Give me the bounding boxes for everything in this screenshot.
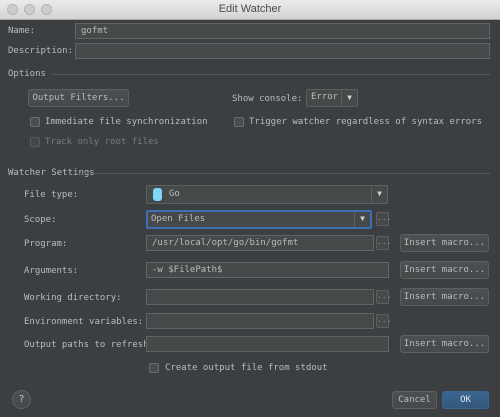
output-paths-input[interactable] — [146, 336, 389, 352]
description-input[interactable] — [75, 43, 490, 59]
immediate-sync-label: Immediate file synchronization — [45, 117, 208, 127]
scope-browse-button[interactable]: ... — [376, 212, 391, 226]
options-section-label: Options — [8, 69, 46, 79]
scope-value: Open Files — [151, 214, 206, 224]
track-root-label: Track only root files — [45, 137, 159, 147]
name-label: Name: — [8, 26, 36, 36]
name-input[interactable]: gofmt — [75, 23, 490, 39]
trigger-regardless-checkbox[interactable] — [234, 117, 244, 127]
file-type-value: Go — [169, 189, 180, 199]
cancel-button[interactable]: Cancel — [392, 391, 437, 409]
file-type-select[interactable]: Go ▼ — [146, 185, 388, 204]
title-bar: Edit Watcher — [0, 0, 500, 20]
working-directory-input[interactable] — [146, 289, 374, 305]
environment-variables-input[interactable] — [146, 313, 374, 329]
ok-button[interactable]: OK — [442, 391, 489, 409]
chevron-down-icon: ▼ — [371, 186, 387, 203]
immediate-sync-checkbox[interactable] — [30, 117, 40, 127]
arguments-label: Arguments: — [24, 266, 79, 276]
help-icon[interactable]: ? — [12, 390, 31, 409]
environment-variables-browse-button[interactable]: ... — [376, 314, 391, 328]
go-file-icon — [153, 188, 162, 201]
watcher-settings-divider — [78, 173, 490, 174]
track-root-checkbox[interactable] — [30, 137, 40, 147]
program-label: Program: — [24, 239, 68, 249]
description-label: Description: — [8, 46, 74, 56]
program-input[interactable]: /usr/local/opt/go/bin/gofmt — [146, 235, 374, 251]
working-directory-label: Working directory: — [24, 293, 122, 303]
environment-variables-label: Environment variables: — [24, 317, 144, 327]
output-filters-button[interactable]: Output Filters... — [28, 89, 129, 107]
create-output-label: Create output file from stdout — [165, 363, 328, 373]
output-paths-insert-macro-button[interactable]: Insert macro... — [400, 335, 489, 353]
file-type-label: File type: — [24, 190, 79, 200]
program-browse-button[interactable]: ... — [376, 236, 391, 250]
arguments-input[interactable]: -w $FilePath$ — [146, 262, 389, 278]
output-paths-label: Output paths to refresh: — [24, 340, 155, 350]
trigger-regardless-label: Trigger watcher regardless of syntax err… — [249, 117, 482, 127]
create-output-checkbox[interactable] — [149, 363, 159, 373]
arguments-insert-macro-button[interactable]: Insert macro... — [400, 261, 489, 279]
working-directory-browse-button[interactable]: ... — [376, 290, 391, 304]
options-divider — [52, 74, 490, 75]
working-directory-insert-macro-button[interactable]: Insert macro... — [400, 288, 489, 306]
chevron-down-icon: ▼ — [341, 90, 357, 106]
window-title: Edit Watcher — [218, 3, 282, 15]
scope-label: Scope: — [24, 215, 57, 225]
scope-select[interactable]: Open Files ▼ — [146, 210, 372, 229]
chevron-down-icon: ▼ — [354, 212, 370, 227]
show-console-value: Error — [311, 92, 339, 102]
program-insert-macro-button[interactable]: Insert macro... — [400, 234, 489, 252]
show-console-label: Show console: — [232, 94, 303, 104]
show-console-select[interactable]: Error ▼ — [306, 89, 358, 107]
